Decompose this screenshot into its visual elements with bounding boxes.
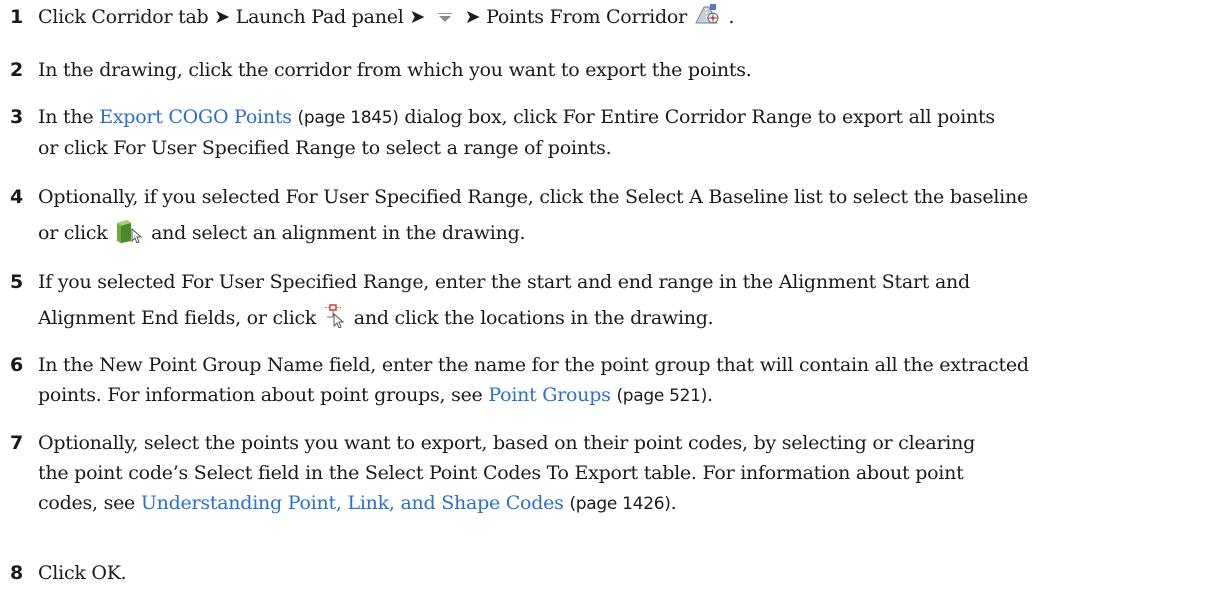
step-text: In the New Point Group Name field, enter… <box>38 354 1029 376</box>
step-text: . <box>670 492 677 514</box>
step-text: In the <box>38 106 94 128</box>
step-text: Alignment End fields, or click <box>38 307 317 329</box>
page-reference: (page 1845) <box>297 108 399 128</box>
step-text: dialog box, click For Entire Corridor Ra… <box>404 106 995 128</box>
step-text: or click For User Specified Range to sel… <box>38 137 612 159</box>
step-text: Optionally, if you selected For User Spe… <box>38 186 1028 208</box>
point-groups-link[interactable]: Point Groups <box>488 384 611 406</box>
step-2: 2 In the drawing, click the corridor fro… <box>10 55 1200 85</box>
step-number: 8 <box>10 562 24 584</box>
step-text: . <box>707 384 713 406</box>
step-number: 2 <box>10 59 24 81</box>
step-number: 7 <box>10 432 24 454</box>
step-text: If you selected For User Specified Range… <box>38 271 970 293</box>
step-text: Optionally, select the points you want t… <box>38 432 976 454</box>
step-number: 3 <box>10 106 24 128</box>
step-text: or click <box>38 222 108 244</box>
dropdown-arrow-icon[interactable] <box>432 6 457 36</box>
step-5: 5 If you selected For User Specified Ran… <box>10 264 1200 340</box>
step-number: 6 <box>10 354 24 376</box>
step-4: 4 Optionally, if you selected For User S… <box>10 179 1200 255</box>
procedure-steps: 1 Click Corridor tab ➤ Launch Pad panel … <box>0 0 1214 598</box>
step-text: ➤ Points From Corridor <box>464 6 688 28</box>
step-text: Click Corridor tab ➤ Launch Pad panel ➤ <box>38 6 426 28</box>
pick-location-icon[interactable] <box>324 304 346 340</box>
step-text: the point code’s Select field in the Sel… <box>38 462 964 484</box>
step-text: Click OK. <box>38 562 127 584</box>
step-number: 4 <box>10 186 24 208</box>
select-alignment-icon[interactable] <box>115 219 143 255</box>
step-number: 5 <box>10 271 24 293</box>
step-text: In the drawing, click the corridor from … <box>38 59 752 81</box>
step-text: and select an alignment in the drawing. <box>151 222 526 244</box>
step-text: codes, see <box>38 492 136 514</box>
step-text: and click the locations in the drawing. <box>353 307 714 329</box>
step-number: 1 <box>10 6 24 28</box>
step-1: 1 Click Corridor tab ➤ Launch Pad panel … <box>10 2 1200 36</box>
points-from-corridor-icon[interactable] <box>694 3 721 36</box>
step-6: 6 In the New Point Group Name field, ent… <box>10 350 1200 411</box>
understanding-codes-link[interactable]: Understanding Point, Link, and Shape Cod… <box>141 492 564 514</box>
page-reference: (page 521) <box>616 386 708 406</box>
step-text: . <box>728 6 735 28</box>
step-8: 8 Click OK. <box>10 558 1200 588</box>
step-7: 7 Optionally, select the points you want… <box>10 428 1200 519</box>
export-cogo-points-link[interactable]: Export COGO Points <box>99 106 292 128</box>
step-text: points. For information about point grou… <box>38 384 483 406</box>
page-reference: (page 1426) <box>569 494 671 514</box>
step-3: 3 In the Export COGO Points (page 1845) … <box>10 102 1200 163</box>
